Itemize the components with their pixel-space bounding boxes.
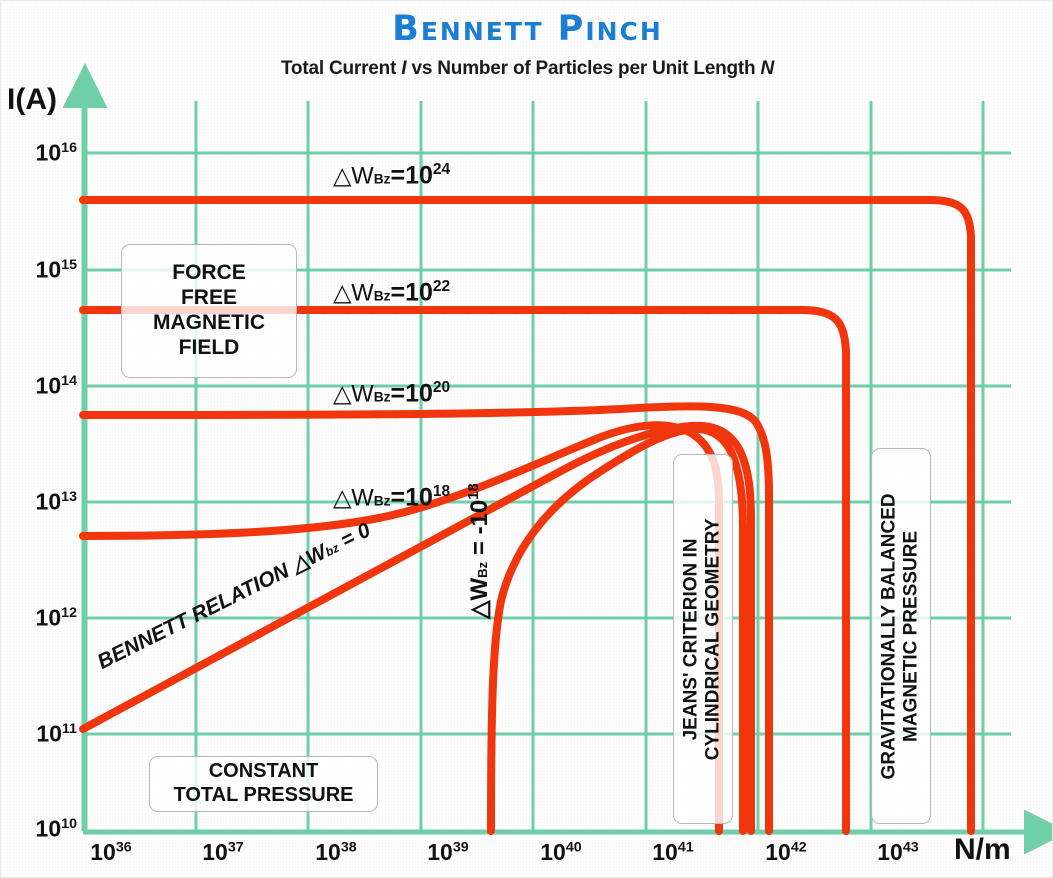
- force-free-line-3: MAGNETIC: [153, 311, 265, 334]
- x-tick-36: 1036: [90, 839, 132, 865]
- curve-label-dw-10e18: △WBz=1018: [333, 483, 451, 512]
- grav-line-1: GRAVITATIONALLY BALANCED: [878, 492, 900, 780]
- annotation-jeans-criterion: JEANS' CRITERION IN CYLINDRICAL GEOMETRY: [673, 454, 733, 824]
- jeans-line-2: CYLINDRICAL GEOMETRY: [703, 518, 725, 760]
- constant-pressure-line-1: CONSTANT: [208, 760, 319, 783]
- y-tick-16: 1016: [35, 139, 77, 166]
- jeans-line-1: JEANS' CRITERION IN: [680, 538, 702, 740]
- x-tick-40: 1040: [540, 839, 582, 865]
- y-tick-14: 1014: [35, 372, 77, 399]
- y-axis-label: I(A): [7, 83, 57, 116]
- annotation-gravitationally-balanced-magnetic-pressure: GRAVITATIONALLY BALANCED MAGNETIC PRESSU…: [871, 448, 931, 824]
- x-tick-41: 1041: [652, 839, 694, 865]
- force-free-line-4: FIELD: [178, 335, 240, 359]
- constant-pressure-line-2: TOTAL PRESSURE: [173, 784, 354, 806]
- x-tick-39: 1039: [427, 839, 469, 865]
- y-tick-12: 1012: [35, 604, 77, 631]
- x-tick-38: 1038: [315, 839, 357, 865]
- curve-label-dw-10e20: △WBz=1020: [333, 379, 451, 408]
- y-tick-11: 1011: [36, 720, 77, 747]
- force-free-line-1: FORCE: [172, 261, 246, 285]
- grav-line-2: MAGNETIC PRESSURE: [901, 530, 922, 742]
- y-tick-15: 1015: [35, 256, 77, 283]
- x-tick-42: 1042: [765, 839, 807, 865]
- x-tick-43: 1043: [877, 839, 919, 865]
- curve-label-dw-10e24: △WBz=1024: [333, 161, 451, 190]
- annotation-force-free-magnetic-field: FORCE FREE MAGNETIC FIELD: [121, 244, 297, 378]
- y-tick-13: 1013: [35, 488, 77, 515]
- force-free-line-2: FREE: [180, 286, 237, 310]
- annotation-constant-total-pressure: CONSTANT TOTAL PRESSURE: [149, 756, 378, 812]
- x-axis-label: N/m: [954, 833, 1011, 866]
- chart-page: Bennett Pinch Total Current I vs Number …: [0, 0, 1053, 878]
- x-tick-37: 1037: [202, 839, 244, 865]
- curve-label-dw-10e22: △WBz=1022: [333, 278, 451, 307]
